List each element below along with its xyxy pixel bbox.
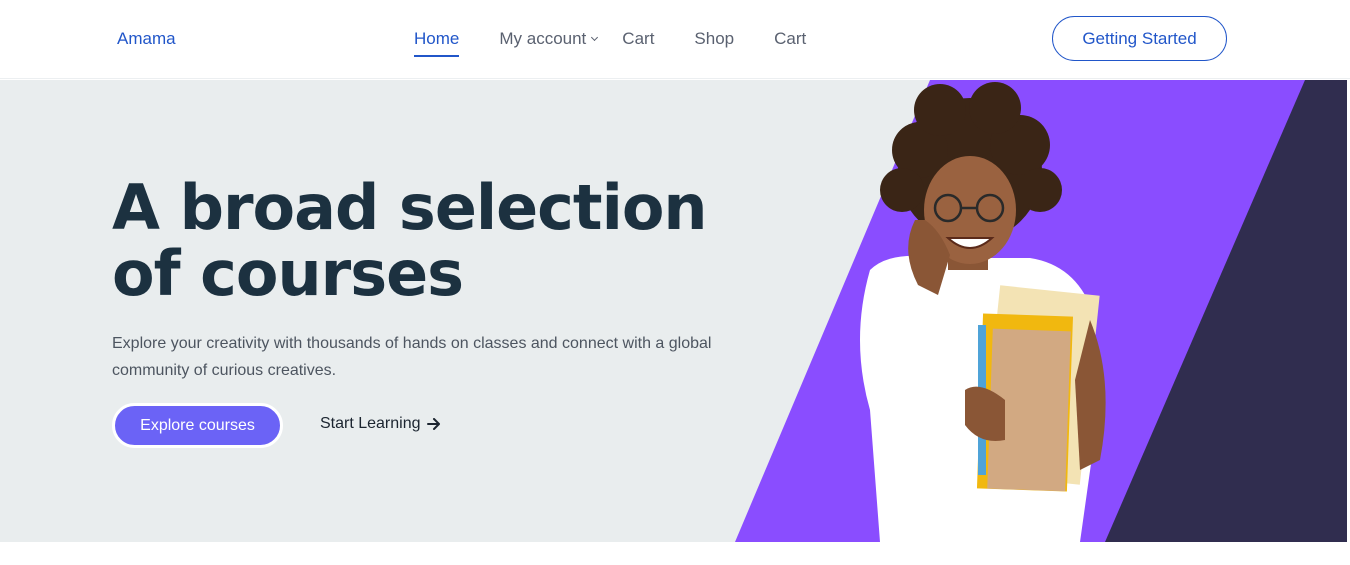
site-logo[interactable]: Amama — [117, 29, 176, 49]
nav-item-cart[interactable]: Cart — [622, 29, 654, 49]
start-learning-label: Start Learning — [320, 415, 421, 432]
nav-item-cart-2[interactable]: Cart — [774, 29, 806, 49]
hero-section: A broad selection of courses Explore you… — [0, 80, 1347, 542]
nav-item-home[interactable]: Home — [414, 29, 460, 57]
getting-started-button[interactable]: Getting Started — [1052, 16, 1227, 61]
start-learning-link[interactable]: Start Learning — [320, 415, 441, 433]
main-nav: Home My account Cart Shop Cart — [414, 29, 846, 57]
site-header: Amama Home My account Cart Shop Cart Get… — [0, 0, 1350, 79]
nav-item-label: My account — [499, 29, 587, 48]
nav-item-my-account[interactable]: My account — [499, 29, 599, 49]
nav-item-shop[interactable]: Shop — [694, 29, 734, 49]
student-image — [860, 82, 1106, 542]
explore-courses-button[interactable]: Explore courses — [112, 403, 283, 448]
arrow-right-icon — [426, 418, 440, 430]
hero-title: A broad selection of courses — [112, 171, 708, 310]
chevron-down-icon — [591, 33, 599, 42]
hero-description: Explore your creativity with thousands o… — [112, 335, 712, 379]
